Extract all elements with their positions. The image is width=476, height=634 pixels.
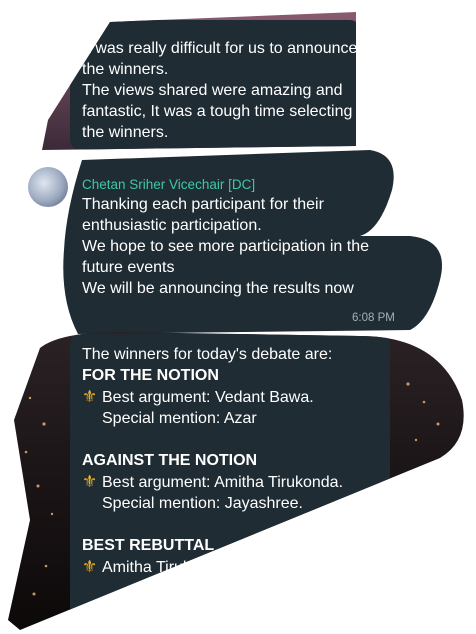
message-line: The winners for today's debate are: <box>82 346 333 363</box>
message-line: The views shared were amazing and <box>82 82 343 99</box>
result-line: ⚜ Best argument: Amitha Tirukonda. <box>82 471 343 493</box>
section-heading: AGAINST THE NOTION <box>82 452 258 469</box>
best-rebuttal-text: Amitha Tirukonda <box>102 559 227 576</box>
result-line: ⚜ Best argument: Vedant Bawa. <box>82 386 343 408</box>
message-line: the winners. <box>82 61 169 78</box>
section-heading: FOR THE NOTION <box>82 367 219 384</box>
special-mention-text: Special mention: Jayashree. <box>102 495 303 512</box>
message-line: the winners. <box>82 124 169 141</box>
message-line: future events <box>82 259 175 276</box>
message-line: It was really difficult for us to announ… <box>82 40 358 57</box>
result-line: Special mention: Jayashree. <box>82 493 343 514</box>
message-bubble-3: The winners for today's debate are: FOR … <box>82 344 343 578</box>
result-line: Special mention: Azar <box>82 408 343 429</box>
message-timestamp: 6:08 PM <box>352 312 395 324</box>
message-bubble-1: It was really difficult for us to announ… <box>82 38 357 143</box>
message-line: We will be announcing the results now <box>82 280 354 297</box>
sender-name[interactable]: Chetan Sriher Vicechair [DC] <box>82 176 369 194</box>
message-line: enthusiastic participation. <box>82 217 262 234</box>
message-line: fantastic, It was a tough time selecting <box>82 103 353 120</box>
section-heading: BEST REBUTTAL <box>82 537 215 554</box>
result-line: ⚜ Amitha Tirukonda <box>82 556 343 578</box>
message-line: Thanking each participant for their <box>82 196 324 213</box>
fleur-de-lis-icon: ⚜ <box>82 472 98 491</box>
best-argument-text: Best argument: Vedant Bawa. <box>102 389 314 406</box>
message-line: We hope to see more participation in the <box>82 238 369 255</box>
fleur-de-lis-icon: ⚜ <box>82 387 98 406</box>
message-bubble-2: Chetan Sriher Vicechair [DC] Thanking ea… <box>82 176 369 299</box>
fleur-de-lis-icon: ⚜ <box>82 557 98 576</box>
best-argument-text: Best argument: Amitha Tirukonda. <box>102 474 344 491</box>
special-mention-text: Special mention: Azar <box>102 410 257 427</box>
user-avatar-icon[interactable] <box>28 167 68 207</box>
